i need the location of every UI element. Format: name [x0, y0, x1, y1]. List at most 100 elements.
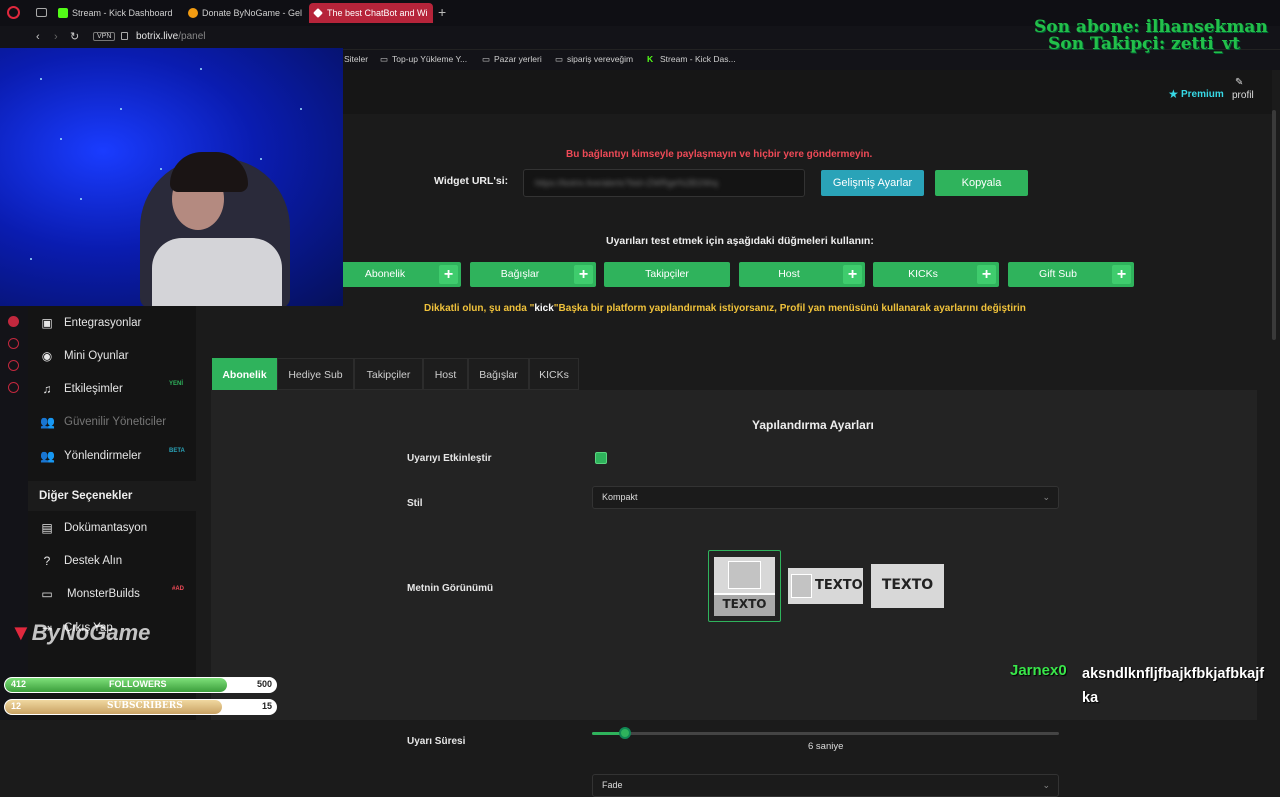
- test-button-label: Host: [778, 268, 800, 280]
- tab-label: The best ChatBot and Wi: [327, 8, 428, 18]
- test-button-label: Bağışlar: [500, 268, 540, 280]
- widget-url-label: Widget URL'si:: [434, 175, 509, 187]
- advanced-settings-button[interactable]: Gelişmiş Ayarlar: [821, 170, 924, 196]
- tab-botrix[interactable]: The best ChatBot and Wi: [309, 3, 433, 23]
- messenger-icon[interactable]: [8, 360, 19, 371]
- help-icon: ?: [43, 554, 51, 568]
- new-tab-button[interactable]: +: [438, 4, 446, 20]
- bynogame-logo: ▼ByNoGame: [10, 620, 150, 646]
- tab-hediye-sub[interactable]: Hediye Sub: [277, 358, 354, 390]
- test-bagislar-button[interactable]: Bağışlar +: [470, 262, 596, 287]
- forward-icon[interactable]: ›: [54, 31, 58, 43]
- url-path: /panel: [178, 31, 206, 42]
- notice-suffix: "Başka bir platform yapılandırmak istiyo…: [553, 303, 1026, 314]
- profile-link[interactable]: profil: [1232, 90, 1254, 101]
- test-instructions: Uyarıları test etmek için aşağıdaki düğm…: [606, 235, 874, 247]
- followers-current: 412: [11, 679, 27, 689]
- sidebar-item-monsterbuilds[interactable]: ▭ MonsterBuilds: [40, 588, 140, 600]
- laptop-icon: ▭: [41, 587, 53, 601]
- history-icon[interactable]: [8, 338, 19, 349]
- bookmark-topup[interactable]: Top-up Yükleme Y...: [392, 54, 467, 64]
- chevron-down-icon: ⌄: [1042, 492, 1050, 502]
- followers-goal: 500: [256, 679, 272, 689]
- sidebar-item-guvenilir-yoneticiler[interactable]: 👥 Güvenilir Yöneticiler: [40, 416, 166, 428]
- config-title: Yapılandırma Ayarları: [752, 418, 874, 432]
- animation-select-value: Fade: [602, 780, 623, 790]
- sidebar-item-etkilesimler[interactable]: ♫ Etkileşimler: [40, 383, 123, 395]
- premium-link[interactable]: Premium: [1181, 89, 1224, 100]
- duration-value: 6 saniye: [808, 741, 844, 752]
- style-select[interactable]: Kompakt ⌄: [592, 486, 1059, 509]
- tab-overview-icon[interactable]: [36, 8, 47, 17]
- url-host: botrix.live: [136, 31, 179, 42]
- followers-label: FOLLOWERS: [109, 679, 167, 689]
- url-field[interactable]: botrix.live/panel: [136, 31, 206, 42]
- notice-platform: kick: [534, 303, 554, 314]
- duration-label: Uyarı Süresi: [407, 736, 466, 747]
- share-warning: Bu bağlantıyı kimseyle paylaşmayın ve hi…: [566, 149, 873, 160]
- beta-badge: BETA: [169, 448, 185, 454]
- sidebar-item-entegrasyonlar[interactable]: ▣ Entegrasyonlar: [40, 317, 141, 329]
- subscribers-label: SUBSCRIBERS: [107, 701, 183, 711]
- sidebar-item-yonlendirmeler[interactable]: 👥 Yönlendirmeler: [40, 450, 141, 462]
- page-scrollbar[interactable]: [1272, 110, 1276, 340]
- followers-goal-bar: 412 FOLLOWERS 500: [4, 677, 277, 693]
- widget-url-input[interactable]: https://botrix.live/alerts?bid=ZWRge%2B1…: [523, 169, 805, 197]
- text-view-option-inline[interactable]: TEXTO: [788, 568, 863, 604]
- text-view-option-text-only[interactable]: TEXTO: [871, 564, 944, 608]
- test-abonelik-button[interactable]: Abonelik +: [335, 262, 461, 287]
- slider-handle[interactable]: [618, 727, 631, 739]
- tab-kick-dashboard[interactable]: Stream - Kick Dashboard: [54, 3, 178, 23]
- image-placeholder-icon: [791, 574, 812, 598]
- plus-icon: +: [843, 265, 862, 284]
- flame-icon: ▼: [10, 620, 32, 645]
- sidebar-item-mini-oyunlar[interactable]: ◉ Mini Oyunlar: [40, 350, 129, 362]
- tab-kicks[interactable]: KICKs: [529, 358, 579, 390]
- duration-slider[interactable]: [592, 727, 1059, 739]
- webcam-overlay: [0, 48, 343, 306]
- reload-icon[interactable]: ↻: [70, 30, 79, 43]
- animation-select[interactable]: Fade ⌄: [592, 774, 1059, 797]
- opera-logo-icon[interactable]: [7, 6, 20, 19]
- tab-host[interactable]: Host: [423, 358, 468, 390]
- bookmark-pazar[interactable]: Pazar yerleri: [494, 54, 542, 64]
- webcam-shirt: [152, 238, 282, 306]
- enable-checkbox[interactable]: [595, 452, 607, 464]
- star-icon: ★: [1168, 87, 1179, 101]
- sidebar-item-dokumantasyon[interactable]: ▤ Dokümantasyon: [40, 522, 147, 534]
- texto-label: TEXTO: [815, 578, 863, 593]
- plus-icon: +: [1112, 265, 1131, 284]
- vpn-badge[interactable]: VPN: [93, 32, 116, 41]
- tab-bynogame[interactable]: Donate ByNoGame - Geli: [184, 3, 302, 23]
- text-view-option-stacked[interactable]: TEXTO: [708, 550, 781, 622]
- copy-button[interactable]: Kopyala: [935, 170, 1028, 196]
- sidebar-item-destek[interactable]: ? Destek Alın: [40, 554, 123, 568]
- tab-takipciler[interactable]: Takipçiler: [354, 358, 423, 390]
- tab-abonelik[interactable]: Abonelik: [212, 358, 277, 390]
- texto-label: TEXTO: [881, 577, 934, 593]
- chat-username: Jarnex0: [1010, 662, 1067, 679]
- test-giftsub-button[interactable]: Gift Sub +: [1008, 262, 1134, 287]
- test-takipciler-button[interactable]: Takipçiler: [604, 262, 730, 287]
- subscribers-goal: 15: [261, 701, 272, 711]
- bookmark-kick[interactable]: Stream - Kick Das...: [660, 54, 736, 64]
- test-button-label: Abonelik: [364, 268, 406, 280]
- tab-label: Donate ByNoGame - Geli: [202, 8, 302, 18]
- settings-icon[interactable]: [8, 382, 19, 393]
- test-kicks-button[interactable]: KICKs +: [873, 262, 999, 287]
- section-title: Diğer Seçenekler: [39, 490, 133, 502]
- notice-prefix: Dikkatli olun, şu anda ": [424, 303, 535, 314]
- sidebar-item-label: Mini Oyunlar: [64, 350, 129, 362]
- test-host-button[interactable]: Host +: [739, 262, 865, 287]
- sidebar-item-label: Güvenilir Yöneticiler: [64, 416, 167, 428]
- sidebar-item-label: Entegrasyonlar: [64, 317, 142, 329]
- bookmark-siteler[interactable]: Siteler: [344, 54, 368, 64]
- opera-icon[interactable]: [8, 316, 19, 327]
- logo-text: ByNoGame: [31, 620, 151, 645]
- tab-bagislar[interactable]: Bağışlar: [468, 358, 529, 390]
- bookmark-siparis[interactable]: sipariş vereveğim: [567, 54, 633, 64]
- botrix-icon: [313, 8, 323, 18]
- back-icon[interactable]: ‹: [36, 31, 40, 43]
- users-icon: 👥: [40, 415, 55, 429]
- kick-icon: K: [647, 54, 654, 64]
